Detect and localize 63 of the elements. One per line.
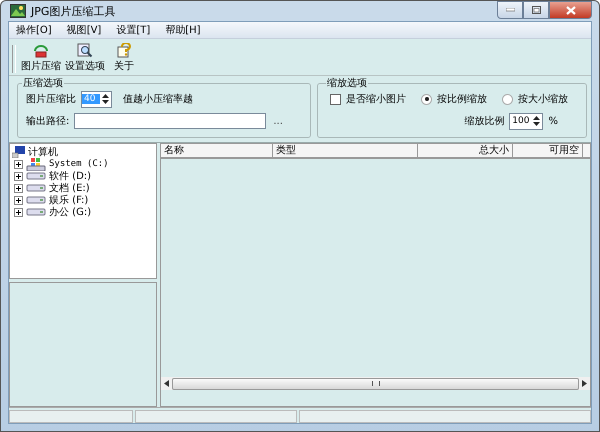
- scale-mode-radio[interactable]: 按比例缩放: [421, 92, 487, 106]
- tree-label: 娱乐 (F:): [49, 194, 88, 206]
- output-path-field[interactable]: [74, 113, 266, 129]
- tree-label: 文档 (E:): [49, 182, 90, 194]
- percent-unit: %: [548, 116, 558, 126]
- tree-item[interactable]: System (C:): [10, 158, 156, 170]
- drive-icon: [26, 196, 46, 204]
- spin-arrows-icon: [101, 93, 110, 105]
- expand-icon: [14, 184, 23, 192]
- ratio-label: 图片压缩比: [26, 92, 76, 106]
- hint-text: 值越小压缩率越: [123, 92, 193, 106]
- menu-item[interactable]: 帮助[H]: [158, 23, 209, 37]
- browse-button[interactable]: ...: [271, 116, 285, 126]
- close-button[interactable]: [549, 1, 592, 19]
- column-header[interactable]: 总大小: [418, 144, 513, 157]
- help-icon: [116, 43, 132, 58]
- maximize-icon: [532, 6, 540, 14]
- expand-icon: [14, 196, 23, 204]
- expand-icon: [14, 208, 23, 216]
- column-header[interactable]: 可用空: [513, 144, 583, 157]
- tree-item[interactable]: 计算机: [10, 146, 156, 158]
- tree-label: System (C:): [49, 159, 109, 169]
- drive-icon: [26, 208, 46, 216]
- horizontal-scrollbar[interactable]: [161, 377, 590, 390]
- scroll-left-icon: [164, 380, 169, 387]
- tree-item[interactable]: 软件 (D:): [10, 170, 156, 182]
- menu-item[interactable]: 视图[V]: [60, 23, 110, 37]
- group-title: 缩放选项: [326, 76, 368, 90]
- minimize-icon: [506, 8, 514, 12]
- toolbar-button[interactable]: 关于: [107, 43, 141, 73]
- scale-ratio-spinner[interactable]: 100: [509, 112, 544, 130]
- spin-arrows-icon: [532, 115, 542, 127]
- tree-label: 软件 (D:): [49, 170, 92, 182]
- scale-ratio-label: 缩放比例: [464, 114, 504, 128]
- system-drive-icon: [26, 158, 46, 170]
- group-title: 压缩选项: [22, 76, 64, 90]
- close-icon: [566, 6, 576, 14]
- menu-item[interactable]: 操作[O]: [9, 23, 60, 37]
- tree-item[interactable]: 娱乐 (F:): [10, 194, 156, 206]
- tree-item[interactable]: 文档 (E:): [10, 182, 156, 194]
- expand-icon: [14, 160, 23, 168]
- tree-label: 办公 (G:): [49, 206, 92, 219]
- maximize-button[interactable]: [523, 1, 549, 19]
- drive-icon: [26, 184, 46, 192]
- menu-item[interactable]: 设置[T]: [109, 23, 158, 37]
- scale-mode-radio[interactable]: 按大小缩放: [502, 92, 568, 106]
- column-header[interactable]: 名称: [161, 144, 273, 157]
- picture-icon: [10, 4, 26, 18]
- output-label: 输出路径:: [26, 114, 70, 128]
- tree-item[interactable]: 办公 (G:): [10, 206, 156, 218]
- window-title: JPG图片压缩工具: [31, 4, 116, 18]
- minimize-button[interactable]: [497, 1, 523, 19]
- column-header[interactable]: 类型: [273, 144, 418, 157]
- computer-icon: [12, 146, 25, 158]
- compress-icon: [33, 44, 49, 58]
- magnifier-icon: [77, 43, 93, 58]
- scroll-right-icon: [582, 380, 587, 387]
- tree-label: 计算机: [28, 146, 58, 159]
- toolbar-button[interactable]: 图片压缩: [19, 44, 63, 73]
- shrink-checkbox[interactable]: 是否缩小图片: [330, 92, 406, 106]
- toolbar-button[interactable]: 设置选项: [63, 43, 107, 73]
- expand-icon: [14, 172, 23, 180]
- drive-icon: [26, 172, 46, 180]
